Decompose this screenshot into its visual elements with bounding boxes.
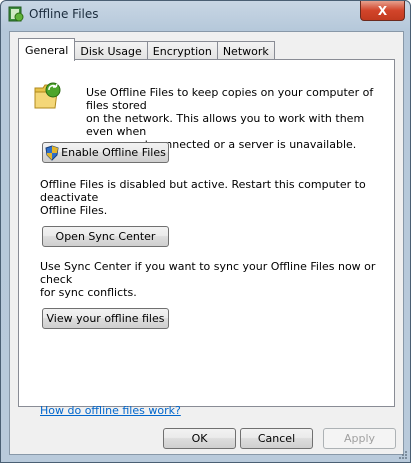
enable-offline-files-button[interactable]: Enable Offline Files: [42, 142, 169, 163]
sync-button-label: Open Sync Center: [55, 230, 156, 243]
close-button[interactable]: X: [360, 1, 405, 21]
dialog-client-area: General Disk Usage Encryption Network Us…: [9, 31, 404, 455]
tab-disk-usage[interactable]: Disk Usage: [74, 41, 148, 61]
close-icon: X: [377, 3, 388, 18]
dialog-window: Offline Files X General Disk Usage Encry…: [0, 0, 411, 463]
tab-encryption[interactable]: Encryption: [146, 41, 218, 61]
enable-button-label: Enable Offline Files: [61, 146, 166, 159]
window-title: Offline Files: [29, 7, 99, 21]
view-offline-files-button[interactable]: View your offline files: [42, 308, 169, 329]
offline-files-app-icon: [8, 6, 24, 22]
cancel-button[interactable]: Cancel: [240, 428, 313, 449]
status-text: Offline Files is disabled but active. Re…: [40, 178, 366, 217]
apply-button[interactable]: Apply: [323, 428, 396, 449]
title-bar[interactable]: Offline Files X: [1, 1, 410, 29]
general-tab-panel: Use Offline Files to keep copies on your…: [18, 59, 395, 417]
tab-strip: General Disk Usage Encryption Network: [18, 38, 275, 61]
ok-button[interactable]: OK: [163, 428, 236, 449]
tab-network[interactable]: Network: [216, 41, 275, 61]
sync-folder-icon: [34, 82, 61, 109]
sync-text: Use Sync Center if you want to sync your…: [40, 260, 376, 299]
uac-shield-icon: [45, 144, 59, 161]
view-button-label: View your offline files: [46, 312, 165, 325]
tab-general[interactable]: General: [18, 38, 76, 61]
help-link[interactable]: How do offline files work?: [40, 404, 181, 417]
open-sync-center-button[interactable]: Open Sync Center: [42, 226, 169, 247]
resize-grip-icon[interactable]: [398, 450, 408, 460]
